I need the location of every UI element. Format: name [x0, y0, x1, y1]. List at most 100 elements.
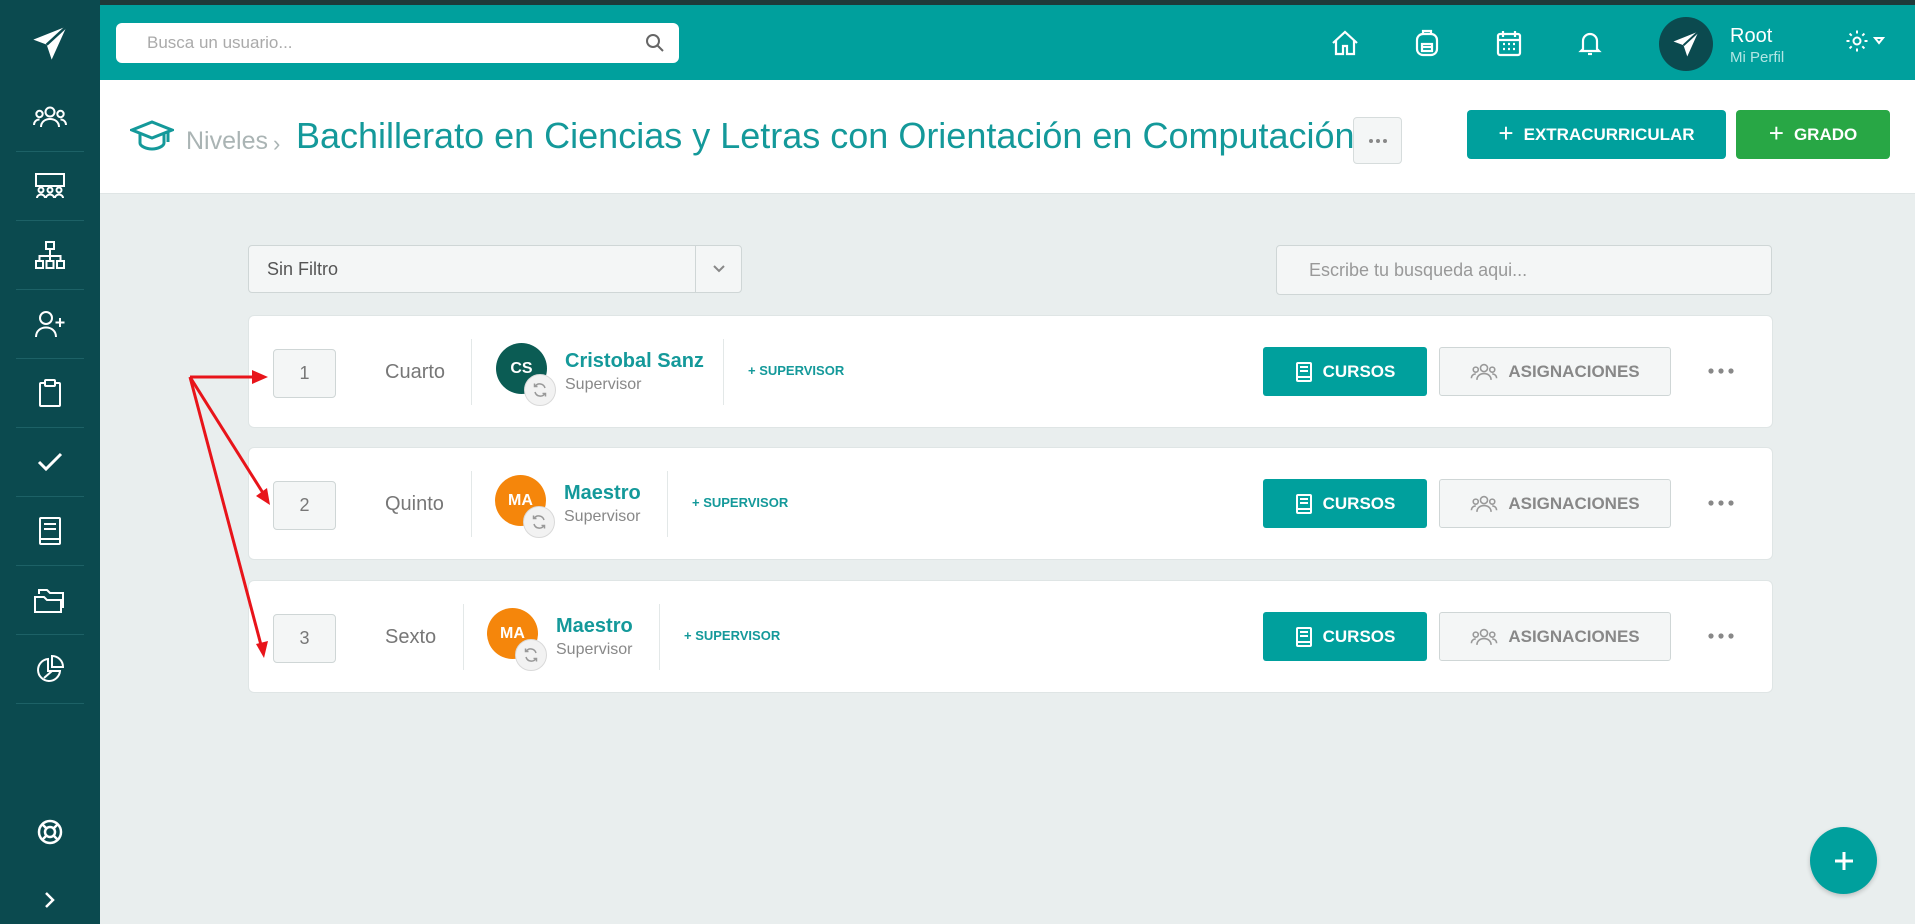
sidebar-item-book[interactable] [16, 497, 84, 566]
sidebar-item-add-user[interactable] [16, 290, 84, 359]
asignaciones-button[interactable]: ASIGNACIONES [1439, 612, 1671, 661]
grade-order-number[interactable]: 1 [273, 349, 336, 398]
add-supervisor-link[interactable]: + SUPERVISOR [692, 495, 788, 510]
divider [723, 339, 724, 405]
user-search-box [116, 23, 679, 63]
help-button[interactable] [16, 802, 84, 862]
book-icon [1295, 493, 1312, 514]
sidebar-item-classroom[interactable] [16, 152, 84, 221]
asignaciones-button[interactable]: ASIGNACIONES [1439, 347, 1671, 396]
row-options-button[interactable] [1701, 488, 1741, 518]
sidebar [0, 0, 100, 924]
filter-selected-value: Sin Filtro [267, 259, 339, 279]
sidebar-item-clipboard[interactable] [16, 359, 84, 428]
lifebuoy-icon [37, 819, 63, 845]
supervisor-role: Supervisor [565, 376, 642, 393]
sidebar-item-users[interactable] [16, 83, 84, 152]
swap-supervisor-icon[interactable] [523, 506, 555, 538]
sidebar-item-reports[interactable] [16, 635, 84, 704]
filter-select[interactable]: Sin Filtro [248, 245, 742, 293]
swap-supervisor-icon[interactable] [515, 639, 547, 671]
cursos-label: CURSOS [1322, 493, 1396, 513]
cursos-button[interactable]: CURSOS [1263, 347, 1427, 396]
bell-icon[interactable] [1574, 27, 1606, 59]
plus-icon [1834, 851, 1853, 870]
home-icon[interactable] [1329, 27, 1361, 59]
plus-icon: + [1498, 118, 1514, 148]
ellipsis-icon [1708, 633, 1734, 639]
ellipsis-icon [1708, 500, 1734, 506]
grade-row-sexto: 3 Sexto MA Maestro Supervisor + SUPERVIS… [248, 580, 1773, 693]
check-icon [37, 452, 63, 472]
breadcrumb-niveles[interactable]: Niveles [186, 127, 268, 156]
supervisor-name[interactable]: Maestro [556, 615, 633, 638]
profile-avatar[interactable] [1659, 17, 1713, 71]
expand-sidebar-button[interactable] [16, 870, 84, 924]
cursos-button[interactable]: CURSOS [1263, 612, 1427, 661]
clipboard-icon [39, 379, 61, 407]
add-supervisor-link[interactable]: + SUPERVISOR [748, 363, 844, 378]
more-options-button[interactable] [1353, 117, 1402, 164]
book-icon [1295, 361, 1312, 382]
users-icon [1470, 495, 1498, 512]
calendar-icon[interactable] [1493, 27, 1525, 59]
swap-supervisor-icon[interactable] [524, 374, 556, 406]
org-chart-icon [35, 241, 65, 269]
supervisor-role: Supervisor [564, 508, 641, 525]
book-icon [39, 517, 61, 545]
paper-plane-icon [33, 24, 68, 60]
add-supervisor-link[interactable]: + SUPERVISOR [684, 628, 780, 643]
sidebar-item-folders[interactable] [16, 566, 84, 635]
floating-add-button[interactable] [1810, 827, 1877, 894]
breadcrumb-separator: › [273, 131, 281, 156]
divider [471, 339, 472, 405]
grade-order-number[interactable]: 2 [273, 481, 336, 530]
row-options-button[interactable] [1701, 356, 1741, 386]
grade-row-quinto: 2 Quinto MA Maestro Supervisor + SUPERVI… [248, 447, 1773, 560]
classroom-icon [35, 173, 65, 199]
ellipsis-icon [1708, 368, 1734, 374]
app-logo[interactable] [0, 0, 100, 85]
add-user-icon [35, 311, 65, 338]
supervisor-role: Supervisor [556, 641, 633, 658]
backpack-icon[interactable] [1411, 27, 1443, 59]
users-icon [1470, 628, 1498, 645]
grade-search-box [1276, 245, 1772, 295]
paper-plane-icon [1673, 30, 1700, 57]
user-search-input[interactable] [116, 23, 636, 63]
asignaciones-label: ASIGNACIONES [1508, 493, 1640, 513]
divider [667, 471, 668, 537]
page-title: Bachillerato en Ciencias y Letras con Or… [296, 115, 1355, 156]
settings-menu[interactable] [1845, 29, 1885, 53]
users-icon [1470, 363, 1498, 380]
sidebar-item-structure[interactable] [16, 221, 84, 290]
sidebar-item-check[interactable] [16, 428, 84, 497]
cursos-label: CURSOS [1322, 361, 1396, 381]
divider [471, 471, 472, 537]
grado-label: GRADO [1793, 124, 1858, 144]
search-icon[interactable] [645, 33, 665, 58]
folders-icon [34, 589, 64, 613]
row-options-button[interactable] [1701, 621, 1741, 651]
grade-search-input[interactable] [1277, 246, 1771, 294]
pie-chart-icon [37, 654, 65, 682]
top-header: Root Mi Perfil [100, 5, 1915, 80]
grade-order-number[interactable]: 3 [273, 614, 336, 663]
my-profile-link[interactable]: Mi Perfil [1730, 49, 1784, 66]
asignaciones-button[interactable]: ASIGNACIONES [1439, 479, 1671, 528]
asignaciones-label: ASIGNACIONES [1508, 361, 1640, 381]
ellipsis-icon [1368, 138, 1387, 143]
supervisor-name[interactable]: Cristobal Sanz [565, 350, 704, 373]
add-grado-button[interactable]: + GRADO [1736, 110, 1890, 159]
expand-chevron-icon [45, 892, 55, 908]
divider [463, 604, 464, 670]
grade-name: Sexto [385, 626, 437, 648]
book-icon [1295, 626, 1312, 647]
cursos-button[interactable]: CURSOS [1263, 479, 1427, 528]
divider [659, 604, 660, 670]
plus-icon: + [1768, 118, 1784, 148]
graduation-cap-icon [127, 120, 177, 157]
extracurricular-label: EXTRACURRICULAR [1523, 124, 1695, 144]
supervisor-name[interactable]: Maestro [564, 482, 641, 505]
add-extracurricular-button[interactable]: + EXTRACURRICULAR [1467, 110, 1726, 159]
